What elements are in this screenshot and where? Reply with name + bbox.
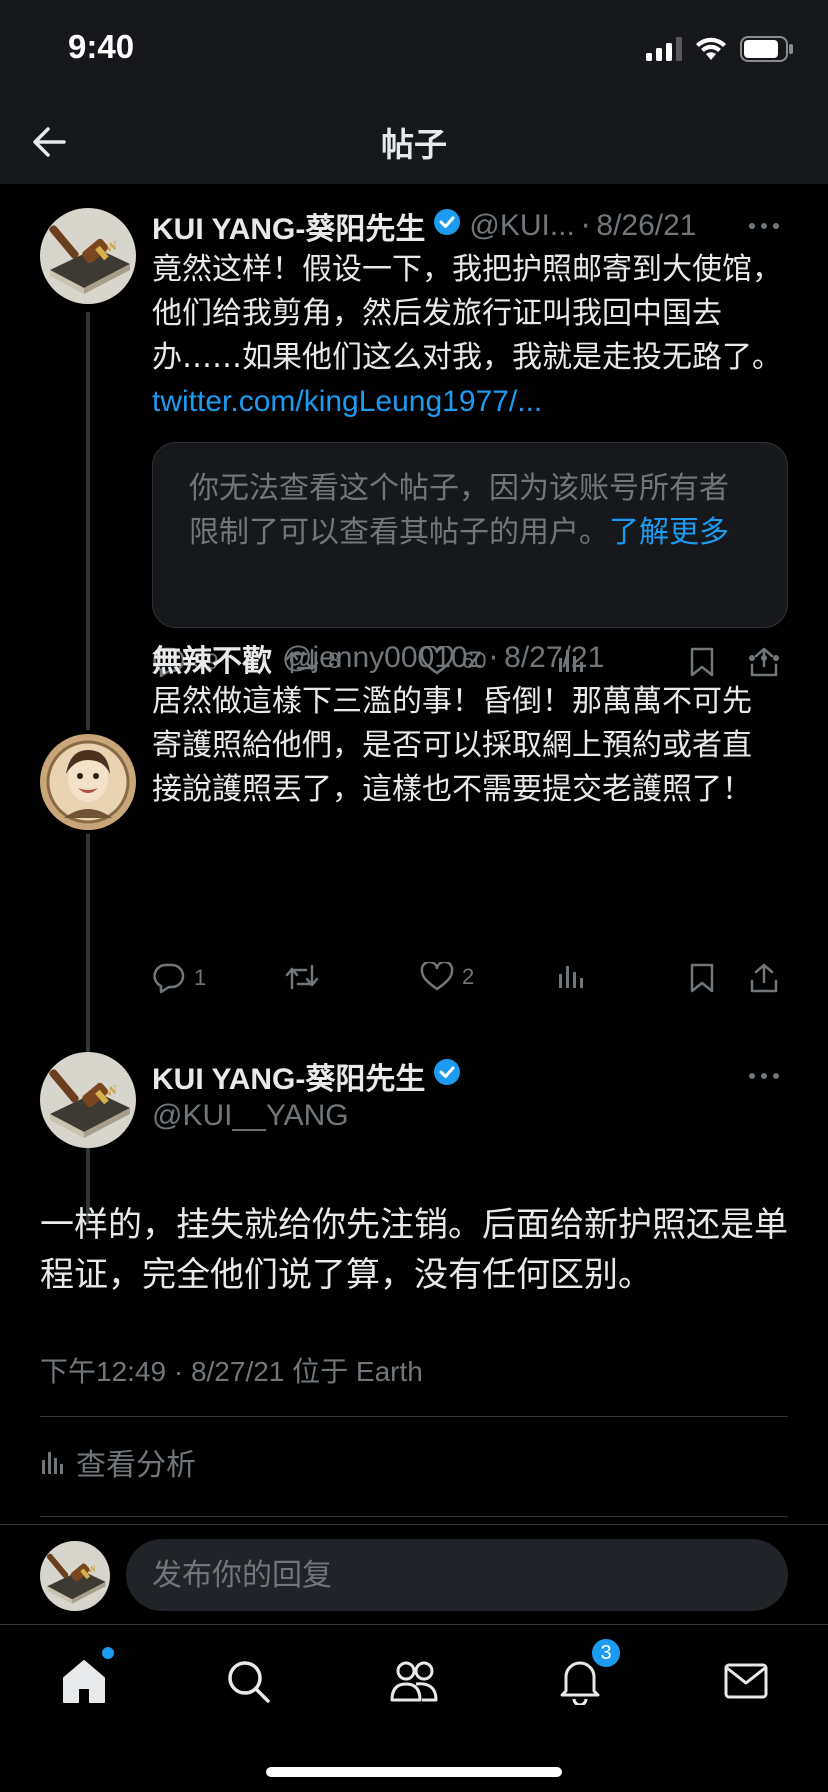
verified-badge-icon [433,208,461,244]
home-notification-dot [102,1647,114,1659]
tweet-date[interactable]: 8/26/21 [596,209,696,243]
reply-count: 1 [194,965,207,990]
law-book-avatar-icon: LAW [40,1541,110,1611]
reply-button[interactable]: 1 [152,962,206,994]
tweet-header: KUI YANG-葵阳先生 @KUI... · 8/26/21 [152,204,696,248]
tab-communities[interactable] [384,1651,444,1711]
main-tweet-text: 一样的，挂失就给你先注销。后面给新护照还是单程证，完全他们说了算，没有任何区别。 [40,1205,788,1295]
analytics-label: 查看分析 [76,1448,196,1483]
nav-bar: 帖子 [0,100,828,184]
separator-dot: · [488,640,499,676]
retweet-icon [285,964,319,990]
battery-icon [740,36,794,66]
avatar[interactable] [40,734,136,830]
tab-home[interactable] [54,1647,114,1711]
divider [40,1416,788,1417]
tweet-header: 無辣不歡 @jenny00010z · 8/27/21 [152,636,604,680]
more-options-button[interactable] [744,1066,784,1086]
status-time: 9:40 [68,28,135,65]
author-handle[interactable]: @KUI... [469,209,574,243]
author-handle[interactable]: @KUI__YANG [152,1099,349,1133]
status-bar: 9:40 [0,0,828,100]
analytics-icon [42,1452,63,1474]
tab-notifications[interactable]: 3 [550,1637,622,1711]
wifi-icon [694,36,728,66]
tab-messages[interactable] [716,1651,776,1711]
tweet-actions: 1 2 [152,962,788,1002]
bookmark-icon [690,647,714,677]
thread-line [86,834,90,1224]
author-name[interactable]: KUI YANG-葵阳先生 [152,1054,425,1098]
page-title: 帖子 [381,125,447,164]
notifications-badge: 3 [590,1637,622,1669]
reply-icon [153,963,185,994]
divider [40,1516,788,1517]
share-icon [750,963,778,993]
thread-line [86,312,90,730]
reply-bar: LAW [0,1524,828,1624]
reply-input[interactable] [126,1539,788,1611]
status-icons [646,36,794,66]
avatar[interactable]: LAW [40,208,136,304]
law-book-avatar-icon: LAW [40,208,136,304]
author-name[interactable]: 無辣不歡 [152,636,272,680]
tweet-text: 居然做這樣下三濫的事！昏倒！那萬萬不可先寄護照給他們，是否可以採取網上預約或者直… [152,684,752,807]
ellipsis-icon [749,223,779,229]
analytics-icon [559,966,583,988]
signal-icon [646,37,682,65]
verified-badge-icon [433,1058,461,1094]
bookmark-button[interactable] [688,646,716,678]
bookmark-button[interactable] [688,962,716,994]
tweet-subheader: @KUI__YANG [152,1096,349,1136]
unavailable-quote-card[interactable]: 你无法查看这个帖子，因为该账号所有者限制了可以查看其帖子的用户。了解更多 [152,442,788,628]
view-analytics-button[interactable]: 查看分析 [40,1440,196,1484]
more-options-button[interactable] [744,216,784,236]
learn-more-link[interactable]: 了解更多 [609,515,729,550]
author-handle[interactable]: @jenny00010z [282,641,483,675]
tweet-body: 竟然这样！假设一下，我把护照邮寄到大使馆，他们给我剪角，然后发旅行证叫我回中国去… [152,252,782,375]
tweet-text: 竟然这样！假设一下，我把护照邮寄到大使馆，他们给我剪角，然后发旅行证叫我回中国去… [152,248,792,424]
avatar[interactable]: LAW [40,1052,136,1148]
home-indicator [266,1767,562,1777]
like-button[interactable]: 2 [420,962,474,992]
search-icon [228,1661,270,1703]
my-avatar[interactable]: LAW [40,1541,110,1611]
home-icon [63,1660,105,1703]
law-book-avatar-icon: LAW [40,1052,136,1148]
ellipsis-icon [749,655,779,661]
tweet-link[interactable]: twitter.com/kingLeung1977/... [152,385,542,418]
more-options-button[interactable] [744,648,784,668]
share-button[interactable] [748,962,780,994]
views-button[interactable] [556,962,586,990]
bookmark-icon [690,963,714,993]
ellipsis-icon [749,1073,779,1079]
heart-icon [420,962,454,991]
author-name[interactable]: KUI YANG-葵阳先生 [152,204,425,248]
tweet-header: KUI YANG-葵阳先生 [152,1056,469,1096]
portrait-avatar-icon [40,734,136,830]
thread-feed[interactable]: LAW KUI YANG-葵阳先生 @KUI... · 8/26/21 竟然这样… [0,184,828,1524]
tab-search[interactable] [218,1651,278,1711]
tweet-meta: 下午12:49 · 8/27/21 位于 Earth [40,1356,423,1387]
communities-icon [390,1661,438,1702]
retweet-button[interactable] [284,962,320,992]
like-count: 2 [462,964,475,989]
tab-bar: 3 [0,1624,828,1792]
mail-icon [724,1663,768,1699]
separator-dot: · [580,208,591,244]
tweet-date[interactable]: 8/27/21 [504,641,604,675]
